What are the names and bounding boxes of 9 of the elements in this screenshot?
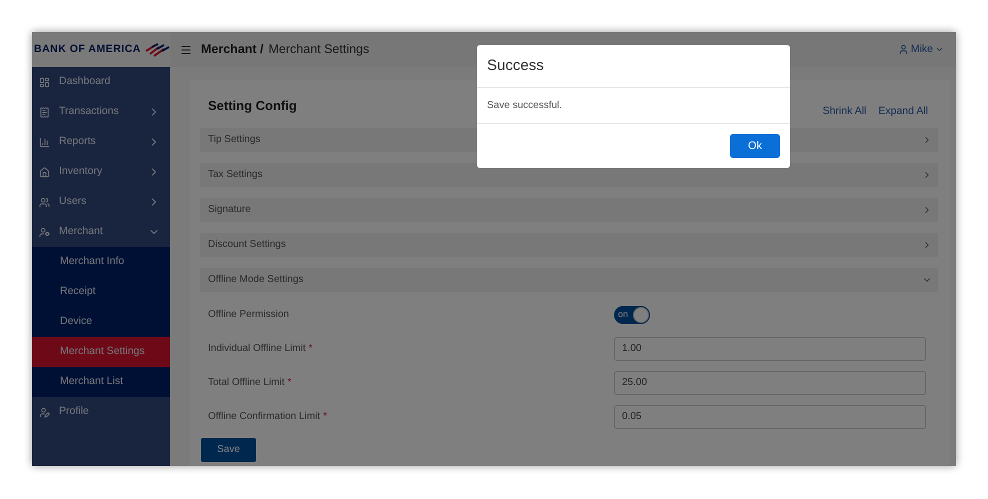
field-label: Individual Offline Limit * [208,342,314,356]
field-label: Offline Confirmation Limit * [208,410,328,424]
dialog-title: Success [487,56,544,76]
field-label: Total Offline Limit * [208,376,292,390]
card-title: Setting Config [208,97,297,115]
dialog-message: Save successful. [487,99,562,113]
breadcrumb-current: Merchant Settings [268,41,370,58]
brand-name: BANK OF AMERICA [34,42,141,57]
field-label: Offline Permission [208,308,290,322]
